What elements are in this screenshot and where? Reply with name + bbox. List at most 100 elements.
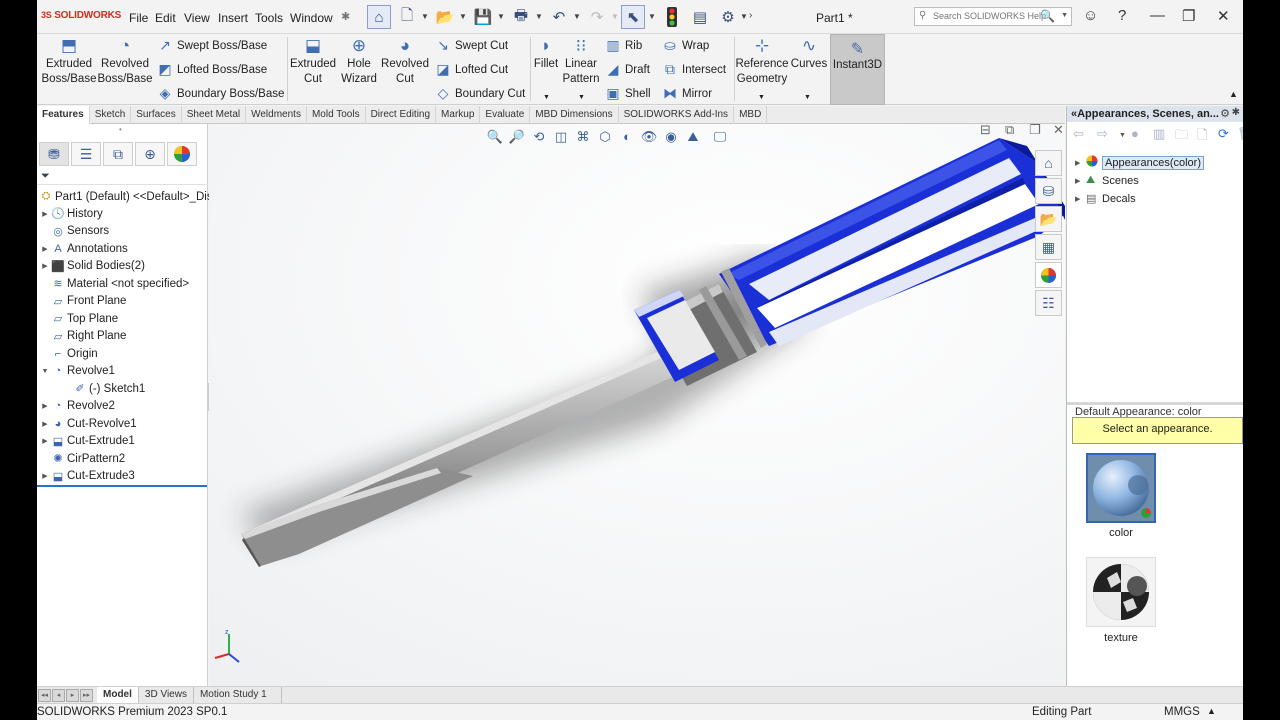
hole-wizard-button[interactable]: ⊕ Hole Wizard: [337, 36, 381, 87]
expand-arrow-icon[interactable]: ›: [749, 10, 752, 21]
menu-window[interactable]: Window: [290, 11, 333, 25]
panel-splitter[interactable]: [1067, 402, 1243, 405]
tab-3d-views[interactable]: 3D Views: [139, 687, 194, 703]
file-properties-icon[interactable]: ▤: [688, 5, 712, 29]
rib-button[interactable]: ▥ Rib: [604, 37, 642, 54]
tab-direct-editing[interactable]: Direct Editing: [366, 106, 437, 124]
displaymanager-tab-icon[interactable]: [167, 142, 197, 166]
menu-file[interactable]: File: [129, 11, 148, 25]
swept-boss-button[interactable]: ↗ Swept Boss/Base: [156, 37, 267, 54]
chevron-down-icon[interactable]: ▼: [421, 12, 429, 21]
chevron-down-icon[interactable]: ▼: [497, 12, 505, 21]
chevron-down-icon[interactable]: ▼: [578, 94, 585, 101]
revolved-boss-button[interactable]: ◔ Revolved Boss/Base: [97, 36, 153, 87]
tree-item[interactable]: ▶ A Annotations: [41, 240, 127, 257]
options-gear-icon[interactable]: ⚙: [716, 5, 740, 29]
propertymanager-tab-icon[interactable]: ☰: [71, 142, 101, 166]
expand-arrow-icon[interactable]: ▶: [41, 245, 49, 253]
viewport-minimize-icon[interactable]: ⊟: [980, 124, 991, 138]
tab-mbd-dimensions[interactable]: MBD Dimensions: [530, 106, 619, 124]
tab-evaluate[interactable]: Evaluate: [480, 106, 531, 124]
prev-tab-arrow-icon[interactable]: ◂: [52, 689, 65, 702]
redo-icon[interactable]: ↷: [585, 5, 609, 29]
intersect-button[interactable]: ⧉ Intersect: [661, 61, 726, 78]
collapse-ribbon-icon[interactable]: ▲: [1229, 89, 1238, 99]
unit-system-button[interactable]: MMGS: [1164, 706, 1200, 718]
curves-button[interactable]: ∿ Curves: [790, 36, 828, 72]
undo-icon[interactable]: ↶: [547, 5, 571, 29]
save-icon[interactable]: 💾: [471, 5, 495, 29]
shell-button[interactable]: ▣ Shell: [604, 85, 650, 102]
chevron-down-icon[interactable]: ▼: [740, 12, 748, 21]
tree-item[interactable]: ⌐ Origin: [41, 345, 98, 362]
viewport-tile-icon[interactable]: ⧉: [1005, 124, 1014, 138]
tree-item[interactable]: ▱ Top Plane: [41, 310, 118, 327]
custom-properties-icon[interactable]: ☷: [1035, 290, 1062, 316]
menu-view[interactable]: View: [184, 11, 210, 25]
tree-item[interactable]: ▶ ◕ Cut-Revolve1: [41, 415, 136, 432]
last-tab-arrow-icon[interactable]: ▸▸: [80, 689, 93, 702]
expand-arrow-icon[interactable]: ▶: [1075, 177, 1083, 185]
expand-arrow-icon[interactable]: ▶: [41, 402, 49, 410]
solidworks-logo[interactable]: 3S SOLIDWORKS: [41, 10, 121, 21]
linear-pattern-button[interactable]: ⁝⁝ Linear Pattern: [561, 36, 601, 87]
swept-cut-button[interactable]: ↘ Swept Cut: [434, 37, 508, 54]
tree-item[interactable]: ▱ Right Plane: [41, 328, 127, 345]
appearances-panel-header[interactable]: «Appearances, Scenes, an...: [1067, 106, 1243, 122]
menu-edit[interactable]: Edit: [155, 11, 176, 25]
tree-filter[interactable]: ⏷: [37, 169, 208, 185]
solidworks-resources-icon[interactable]: ⌂: [1035, 150, 1062, 176]
open-folder-icon[interactable]: 📂: [433, 5, 457, 29]
tree-item[interactable]: ▶ ⬓ Cut-Extrude1: [41, 433, 134, 450]
menu-tools[interactable]: Tools: [255, 11, 283, 25]
decals-item[interactable]: ▶ ▤ Decals: [1075, 192, 1136, 206]
tab-sheet-metal[interactable]: Sheet Metal: [182, 106, 247, 124]
expand-arrow-icon[interactable]: ▶: [1075, 159, 1083, 167]
tab-mbd[interactable]: MBD: [734, 106, 768, 124]
tab-surfaces[interactable]: Surfaces: [131, 106, 182, 124]
refresh-icon[interactable]: ⟳: [1218, 126, 1229, 142]
rollback-bar[interactable]: [37, 485, 207, 487]
library-icon[interactable]: ▥: [1153, 126, 1165, 142]
color-appearance-swatch[interactable]: [1086, 453, 1156, 523]
draft-button[interactable]: ◢ Draft: [604, 61, 650, 78]
forward-arrow-icon[interactable]: ⇨: [1097, 126, 1108, 142]
scenes-item[interactable]: ▶ ⛰ Scenes: [1075, 174, 1139, 187]
view-palette-icon[interactable]: ▦: [1035, 234, 1062, 260]
graphics-area[interactable]: 🔍 🔎 ⟲ ◫ ⌘ ⬡ ◐ 👁 ◉ ⛰ 🖵 ⊟ ⧉ ✕ ❐ z: [209, 124, 1065, 686]
tab-solidworks-addins[interactable]: SOLIDWORKS Add-Ins: [619, 106, 735, 124]
next-tab-arrow-icon[interactable]: ▸: [66, 689, 79, 702]
print-icon[interactable]: 🖶: [509, 5, 533, 29]
fillet-button[interactable]: ◗ Fillet: [531, 36, 561, 72]
chevron-down-icon[interactable]: ▼: [573, 12, 581, 21]
tree-item[interactable]: ✺ CirPattern2: [41, 450, 125, 467]
chevron-down-icon[interactable]: ▼: [535, 12, 543, 21]
display-style-icon[interactable]: ◐: [616, 129, 638, 147]
appearance-sphere-icon[interactable]: ●: [1131, 126, 1139, 141]
tree-item[interactable]: ✐ (-) Sketch1: [63, 380, 145, 397]
wrap-button[interactable]: ⛀ Wrap: [661, 37, 709, 54]
zoom-to-fit-icon[interactable]: 🔍: [484, 129, 506, 147]
chevron-down-icon[interactable]: ▼: [611, 12, 619, 21]
tab-model[interactable]: Model: [97, 687, 139, 703]
previous-view-icon[interactable]: ⟲: [528, 129, 550, 147]
design-library-icon[interactable]: ⛁: [1035, 178, 1062, 204]
menu-insert[interactable]: Insert: [218, 11, 248, 25]
panel-grip-icon[interactable]: •: [119, 125, 122, 134]
back-arrow-icon[interactable]: ⇦: [1073, 126, 1084, 142]
chevron-down-icon[interactable]: ▼: [1119, 132, 1126, 139]
tab-mold-tools[interactable]: Mold Tools: [307, 106, 366, 124]
home-icon[interactable]: ⌂: [367, 5, 391, 29]
restore-icon[interactable]: ❐: [1182, 7, 1195, 25]
tree-root-part[interactable]: ⛭ Part1 (Default) <<Default>_Dis: [39, 188, 213, 205]
first-tab-arrow-icon[interactable]: ◂◂: [38, 689, 51, 702]
tab-features[interactable]: Features: [37, 106, 90, 124]
chevron-down-icon[interactable]: ▼: [459, 12, 467, 21]
tab-weldments[interactable]: Weldments: [246, 106, 307, 124]
pin-icon[interactable]: ✱: [341, 10, 350, 23]
expand-arrow-icon[interactable]: ▶: [1075, 195, 1083, 203]
lofted-cut-button[interactable]: ◪ Lofted Cut: [434, 61, 508, 78]
tree-item[interactable]: ▶ 🕓 History: [41, 205, 102, 222]
hide-show-items-icon[interactable]: 👁: [638, 129, 660, 147]
dynamic-annotation-icon[interactable]: ⌘: [572, 129, 594, 147]
